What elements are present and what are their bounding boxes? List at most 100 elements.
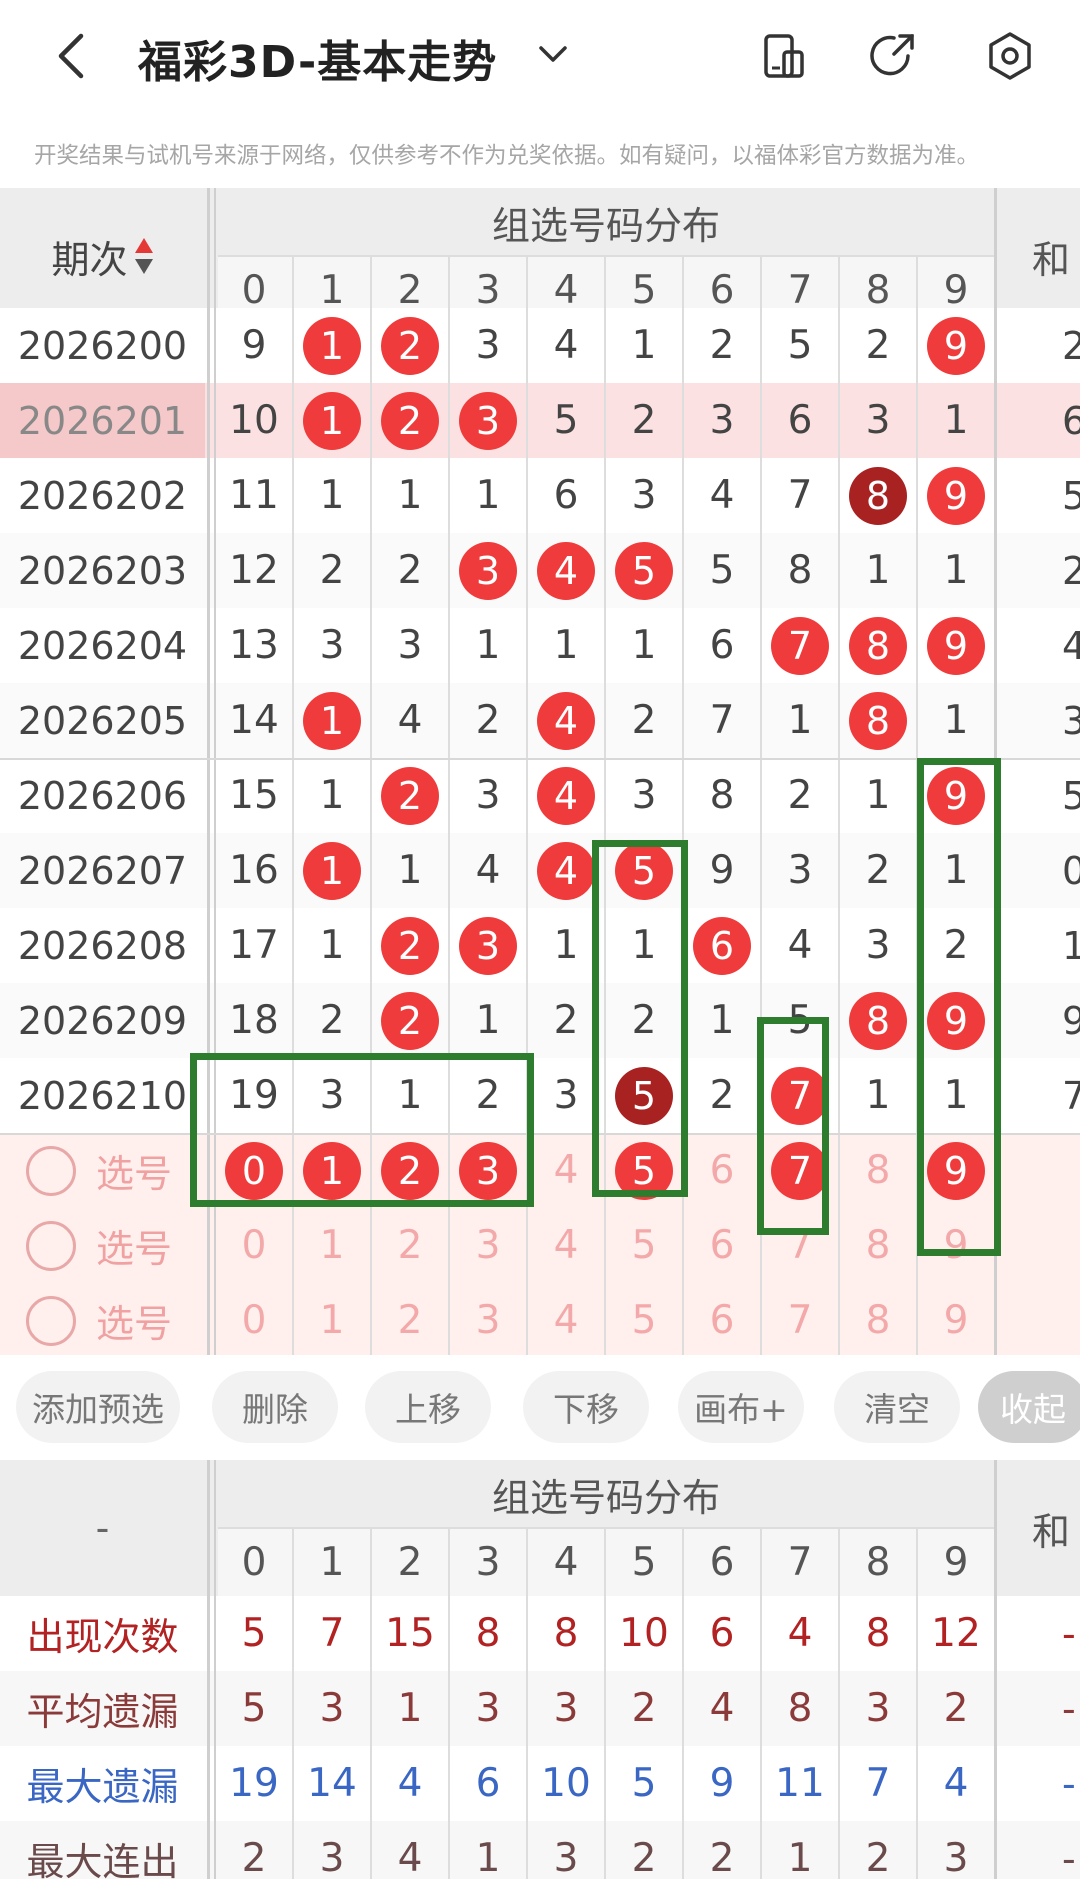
trend-cell: 5 <box>709 548 735 593</box>
trend-cell: 9 <box>917 608 995 683</box>
pick-cell[interactable]: 3 <box>449 1208 527 1283</box>
pick-cell[interactable]: 4 <box>527 1283 605 1358</box>
number-ball: 9 <box>927 316 985 375</box>
trend-cell: 8 <box>787 548 813 593</box>
pick-cell[interactable]: 8 <box>839 1208 917 1283</box>
stats-left-divider <box>207 1460 210 1879</box>
stats-value: 9 <box>709 1761 735 1806</box>
pick-radio[interactable] <box>26 1145 76 1196</box>
table-row[interactable]: 2026204 13 3 3 1 1 1 6 7 8 9 4 <box>0 608 1080 683</box>
sum-value: 4 <box>1062 623 1080 668</box>
trend-cell: 1 <box>293 383 371 458</box>
pick-cell[interactable]: 7 <box>761 1283 839 1358</box>
collapse-button[interactable]: 收起 <box>978 1371 1080 1443</box>
trend-cell: 2 <box>371 758 449 833</box>
stats-value: 8 <box>865 1611 891 1656</box>
trend-cell: 1 <box>319 473 345 518</box>
number-ball: 2 <box>381 991 439 1050</box>
issue-number: 2026208 <box>17 923 188 968</box>
pick-cell[interactable]: 6 <box>683 1208 761 1283</box>
trend-cell: 10 <box>229 398 279 443</box>
table-row[interactable]: 2026201 10 1 2 3 5 2 3 6 3 1 6 <box>0 383 1080 458</box>
pick-cell[interactable]: 0 <box>215 1283 293 1358</box>
stats-digit-header: 8 <box>865 1539 891 1585</box>
pick-cell[interactable]: 6 <box>683 1283 761 1358</box>
back-icon[interactable] <box>50 28 90 84</box>
pick-label[interactable]: 选号 <box>96 1293 172 1348</box>
stats-left-divider-2 <box>214 1460 216 1879</box>
table-row[interactable]: 2026205 14 1 4 2 4 2 7 1 8 1 3 <box>0 683 1080 758</box>
trend-cell: 14 <box>229 698 279 743</box>
pick-cell[interactable]: 9 <box>917 1283 995 1358</box>
pick-cell[interactable]: 2 <box>371 1208 449 1283</box>
pick-cell[interactable]: 0 <box>215 1208 293 1283</box>
trend-cell: 4 <box>787 923 813 968</box>
stats-col-divider <box>916 1528 918 1879</box>
table-row[interactable]: 2026203 12 2 2 3 4 5 5 8 1 1 2 <box>0 533 1080 608</box>
stats-value: 7 <box>319 1611 345 1656</box>
trend-cell: 3 <box>449 908 527 983</box>
trend-cell: 9 <box>241 323 267 368</box>
stats-table: - 组选号码分布和 0 1 2 3 4 5 6 7 8 9 出现次数 5 7 15 8 8 10 6 4 8 12- 平均遗漏… <box>0 1460 1080 1879</box>
stats-row-label: 最大遗漏 <box>26 1765 179 1809</box>
trend-cell: 6 <box>787 398 813 443</box>
number-ball: 3 <box>459 916 517 975</box>
pick-cell[interactable]: 1 <box>293 1208 371 1283</box>
trend-cell: 1 <box>631 623 657 668</box>
pick-cell[interactable]: 3 <box>449 1283 527 1358</box>
trend-cell: 3 <box>449 533 527 608</box>
table-row[interactable]: 2026202 11 1 1 1 6 3 4 7 8 9 5 <box>0 458 1080 533</box>
trend-cell: 7 <box>787 473 813 518</box>
sort-icon[interactable] <box>134 236 154 276</box>
canvas-plus-button[interactable]: 画布+ <box>678 1371 804 1443</box>
pick-cell[interactable]: 8 <box>839 1133 917 1208</box>
stats-digit-header: 7 <box>787 1539 813 1585</box>
trend-cell: 3 <box>865 923 891 968</box>
number-ball: 4 <box>537 541 595 600</box>
issue-number: 2026201 <box>17 398 188 443</box>
number-ball: 9 <box>927 466 985 525</box>
trend-cell: 16 <box>229 848 279 893</box>
issue-number: 2026202 <box>17 473 188 518</box>
move-up-button[interactable]: 上移 <box>365 1371 491 1443</box>
move-down-button[interactable]: 下移 <box>523 1371 649 1443</box>
pick-cell[interactable]: 6 <box>683 1133 761 1208</box>
settings-icon[interactable] <box>984 30 1036 82</box>
stats-value: 1 <box>475 1836 501 1879</box>
col-divider <box>838 256 840 1355</box>
trend-cell: 2 <box>319 548 345 593</box>
pick-cell[interactable]: 2 <box>371 1283 449 1358</box>
clear-button[interactable]: 清空 <box>834 1371 960 1443</box>
issue-number: 2026200 <box>17 323 188 368</box>
issue-header[interactable]: 期次 <box>0 188 205 324</box>
number-ball: 9 <box>927 616 985 675</box>
pick-cell[interactable]: 5 <box>605 1208 683 1283</box>
trend-cell: 1 <box>709 998 735 1043</box>
share-icon[interactable] <box>868 30 920 82</box>
trend-cell: 3 <box>475 323 501 368</box>
pick-radio[interactable] <box>26 1220 76 1271</box>
pick-label[interactable]: 选号 <box>96 1218 172 1273</box>
table-row[interactable]: 2026200 9 1 2 3 4 1 2 5 2 9 2 <box>0 308 1080 383</box>
pick-cell[interactable]: 4 <box>527 1208 605 1283</box>
add-preselect-button[interactable]: 添加预选 <box>16 1371 180 1443</box>
stats-value: 11 <box>775 1761 825 1806</box>
trend-cell: 8 <box>839 683 917 758</box>
layout-icon[interactable] <box>758 30 810 82</box>
trend-cell: 1 <box>319 773 345 818</box>
pick-cell[interactable]: 1 <box>293 1283 371 1358</box>
trend-cell: 3 <box>865 398 891 443</box>
dropdown-chevron-icon[interactable] <box>535 36 571 72</box>
pick-cell[interactable]: 5 <box>605 1283 683 1358</box>
trend-cell: 1 <box>293 833 371 908</box>
pick-label[interactable]: 选号 <box>96 1143 172 1198</box>
pick-cell[interactable]: 8 <box>839 1283 917 1358</box>
pick-radio[interactable] <box>26 1295 76 1346</box>
delete-button[interactable]: 删除 <box>212 1371 338 1443</box>
stats-value: 3 <box>865 1686 891 1731</box>
stats-value: 5 <box>631 1761 657 1806</box>
sum-value: 1 <box>1062 923 1080 968</box>
pick-row[interactable]: 选号 0 1 2 3 4 5 6 7 8 9 <box>0 1283 1080 1358</box>
trend-cell: 11 <box>229 473 279 518</box>
page-title[interactable]: 福彩3D-基本走势 <box>138 26 497 90</box>
